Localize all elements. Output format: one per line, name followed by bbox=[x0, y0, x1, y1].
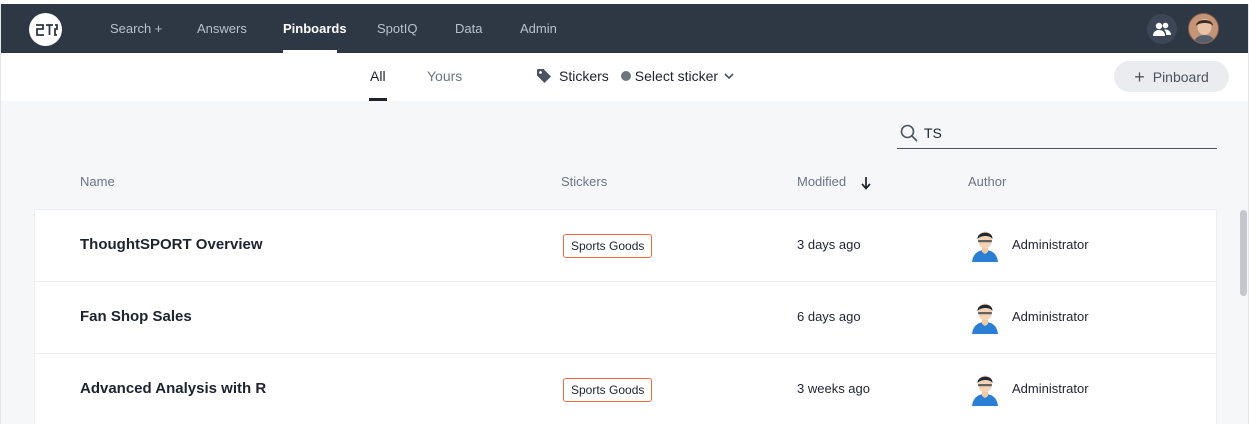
author-name: Administrator bbox=[1012, 237, 1089, 252]
table-row[interactable]: Advanced Analysis with R Sports Goods 3 … bbox=[35, 354, 1216, 424]
table-row[interactable]: ThoughtSPORT Overview Sports Goods 3 day… bbox=[35, 210, 1216, 282]
top-nav: Search + Answers Pinboards SpotIQ Data A… bbox=[1, 4, 1248, 53]
people-button[interactable] bbox=[1147, 14, 1177, 44]
modified-date: 3 weeks ago bbox=[797, 381, 870, 396]
pinboard-subbar: All Yours Stickers Select sticker + Pinb… bbox=[1, 53, 1248, 101]
search-box[interactable] bbox=[897, 118, 1217, 149]
app-frame: Search + Answers Pinboards SpotIQ Data A… bbox=[0, 4, 1249, 424]
sticker-tag[interactable]: Sports Goods bbox=[563, 378, 653, 402]
author-name: Administrator bbox=[1012, 309, 1089, 324]
sticker-tag[interactable]: Sports Goods bbox=[563, 234, 653, 258]
thoughtspot-logo-icon[interactable] bbox=[29, 13, 62, 46]
column-header-stickers[interactable]: Stickers bbox=[561, 174, 607, 189]
chevron-down-icon[interactable] bbox=[723, 72, 735, 80]
tab-all[interactable]: All bbox=[370, 53, 386, 101]
pinboard-name[interactable]: Fan Shop Sales bbox=[80, 308, 192, 325]
scrollbar-thumb[interactable] bbox=[1240, 210, 1247, 296]
modified-date: 6 days ago bbox=[797, 309, 861, 324]
author-name: Administrator bbox=[1012, 381, 1089, 396]
nav-item-data[interactable]: Data bbox=[455, 4, 482, 53]
sticker-color-dot bbox=[620, 71, 631, 81]
active-tab-indicator bbox=[369, 98, 387, 101]
author-avatar-icon bbox=[972, 303, 998, 334]
arrow-down-icon[interactable] bbox=[860, 176, 872, 190]
nav-item-admin[interactable]: Admin bbox=[520, 4, 557, 53]
select-sticker-label[interactable]: Select sticker bbox=[635, 68, 718, 84]
modified-date: 3 days ago bbox=[797, 237, 861, 252]
nav-item-search[interactable]: Search + bbox=[110, 4, 162, 53]
author-avatar-icon bbox=[972, 231, 998, 262]
add-pinboard-button[interactable]: + Pinboard bbox=[1114, 61, 1229, 92]
nav-item-spotiq[interactable]: SpotIQ bbox=[377, 4, 417, 53]
nav-item-pinboards[interactable]: Pinboards bbox=[283, 4, 347, 53]
search-input[interactable] bbox=[924, 123, 1204, 143]
plus-icon: + bbox=[1134, 66, 1145, 87]
tag-icon bbox=[537, 69, 551, 83]
add-pinboard-label: Pinboard bbox=[1152, 68, 1209, 85]
column-header-name[interactable]: Name bbox=[80, 174, 115, 189]
stickers-filter[interactable]: Stickers Select sticker bbox=[536, 66, 735, 86]
pinboard-name[interactable]: ThoughtSPORT Overview bbox=[80, 236, 263, 253]
tab-yours[interactable]: Yours bbox=[427, 53, 462, 101]
people-icon bbox=[1153, 22, 1171, 36]
column-header-author[interactable]: Author bbox=[968, 174, 1006, 189]
stickers-label: Stickers bbox=[559, 68, 609, 84]
column-header-modified[interactable]: Modified bbox=[797, 174, 846, 189]
author-avatar-icon bbox=[972, 375, 998, 406]
user-avatar[interactable] bbox=[1188, 13, 1219, 44]
nav-item-answers[interactable]: Answers bbox=[197, 4, 247, 53]
pinboard-list: ThoughtSPORT Overview Sports Goods 3 day… bbox=[34, 209, 1217, 424]
search-icon bbox=[900, 124, 918, 142]
pinboard-name[interactable]: Advanced Analysis with R bbox=[80, 380, 266, 397]
table-row[interactable]: Fan Shop Sales 6 days ago Administrator bbox=[35, 282, 1216, 354]
